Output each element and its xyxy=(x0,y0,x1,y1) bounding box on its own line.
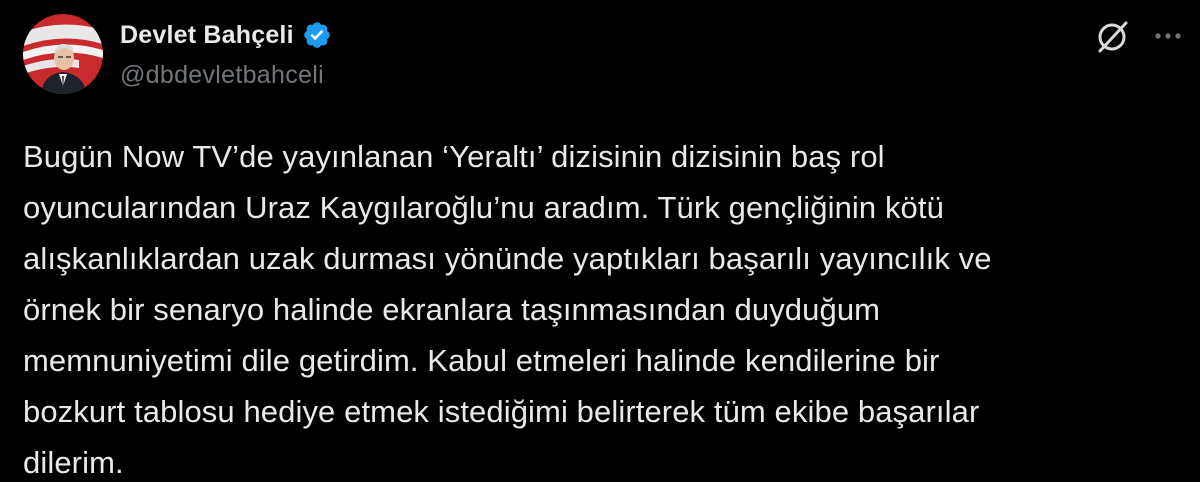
author-handle[interactable]: @dbdevletbahceli xyxy=(120,61,324,90)
more-horizontal-icon[interactable] xyxy=(1150,22,1186,50)
grok-icon[interactable] xyxy=(1093,18,1131,56)
author-name-row: Devlet Bahçeli xyxy=(120,20,332,50)
avatar-image xyxy=(23,14,103,94)
avatar[interactable] xyxy=(23,14,103,94)
verified-badge-icon xyxy=(302,20,332,50)
author-display-name[interactable]: Devlet Bahçeli xyxy=(120,21,294,50)
tweet-card: Devlet Bahçeli @dbdevletbahceli Bugün No… xyxy=(0,0,1200,482)
tweet-text: Bugün Now TV’de yayınlanan ‘Yeraltı’ diz… xyxy=(23,139,992,480)
